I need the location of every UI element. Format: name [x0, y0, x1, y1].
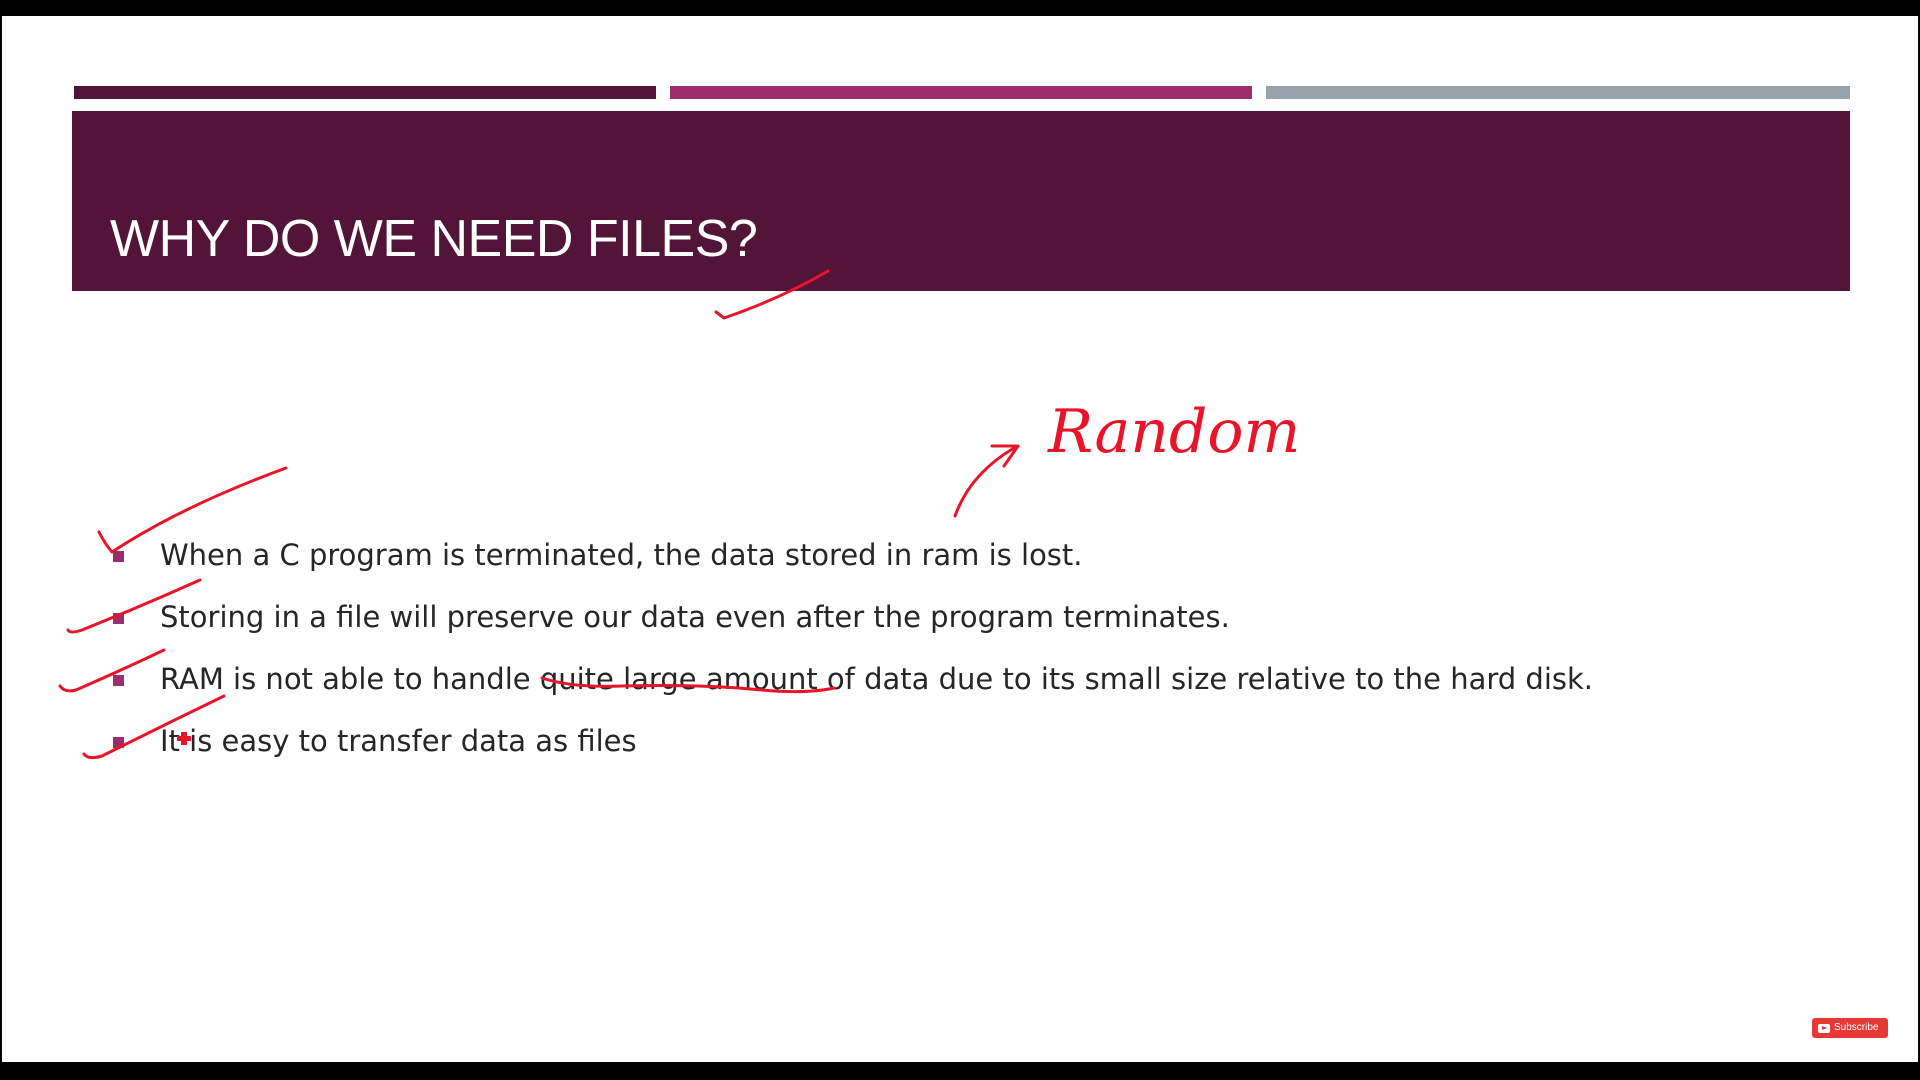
square-bullet-icon — [113, 737, 124, 748]
square-bullet-icon — [113, 551, 124, 562]
slide-title: WHY DO WE NEED FILES? — [110, 210, 758, 268]
square-bullet-icon — [113, 613, 124, 624]
bullet-text: When a C program is terminated, the data… — [160, 538, 1083, 572]
video-frame: WHY DO WE NEED FILES? When a C program i… — [0, 0, 1920, 1080]
arrow-to-ram — [953, 444, 1020, 518]
title-band: WHY DO WE NEED FILES? — [72, 111, 1850, 291]
accent-bar-gray — [1266, 86, 1850, 99]
youtube-play-icon — [1818, 1023, 1830, 1033]
bullet-text: It is easy to transfer data as files — [160, 724, 637, 758]
handwritten-note: Random — [1047, 397, 1300, 467]
subscribe-label: Subscribe — [1834, 1022, 1879, 1033]
accent-bar-magenta — [670, 86, 1252, 99]
subscribe-button[interactable]: Subscribe — [1812, 1018, 1888, 1038]
square-bullet-icon — [113, 675, 124, 686]
check-mark-bullet-3 — [58, 648, 166, 693]
bullet-text: Storing in a file will preserve our data… — [160, 600, 1230, 634]
presentation-slide: WHY DO WE NEED FILES? When a C program i… — [2, 16, 1918, 1062]
accent-bar-dark — [74, 86, 656, 99]
bullet-text: RAM is not able to handle quite large am… — [160, 662, 1594, 696]
